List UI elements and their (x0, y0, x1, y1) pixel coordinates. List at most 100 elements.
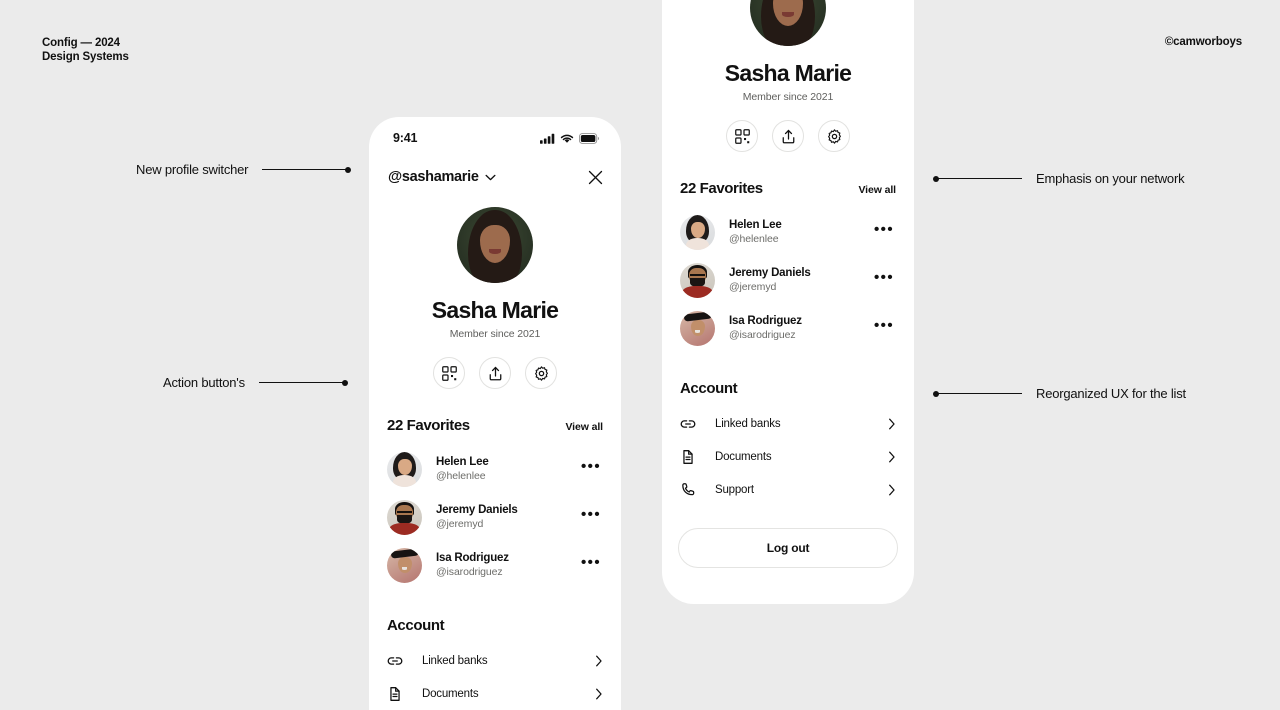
profile-switcher[interactable]: @sashamarie (388, 169, 496, 185)
chevron-right-icon (888, 451, 896, 463)
list-item[interactable]: Jeremy Daniels @jeremyd ••• (387, 493, 603, 541)
phone-icon (680, 482, 698, 498)
profile-block: Sasha Marie Member since 2021 (662, 0, 914, 152)
gear-icon (827, 128, 841, 144)
share-button[interactable] (772, 120, 804, 152)
annotation-leader-line (933, 175, 1022, 182)
annotation-dot (341, 379, 348, 386)
chevron-right-icon (595, 688, 603, 700)
annotation-action-buttons: Action button's (163, 375, 348, 390)
contact-handle: @helenlee (436, 470, 486, 482)
chevron-right-icon (595, 655, 603, 667)
account-item-label: Linked banks (422, 654, 488, 667)
list-item[interactable]: Isa Rodriguez @isarodriguez ••• (680, 304, 896, 352)
close-icon (588, 170, 603, 184)
jeremy-photo (387, 499, 422, 535)
list-item[interactable]: Helen Lee @helenlee ••• (680, 208, 896, 256)
avatar (457, 207, 533, 283)
contact-name: Jeremy Daniels (729, 267, 811, 279)
status-icons (540, 132, 599, 144)
favorites-section: 22 Favorites View all Helen Lee @helenle… (369, 417, 621, 710)
list-item[interactable]: Jeremy Daniels @jeremyd ••• (680, 256, 896, 304)
favorites-list: Helen Lee @helenlee ••• Jeremy Daniels @… (680, 208, 896, 352)
annotation-dot (933, 390, 939, 397)
contact-handle: @jeremyd (436, 518, 484, 530)
app-header: @sashamarie (369, 157, 621, 197)
profile-block: Sasha Marie Member since 2021 (369, 197, 621, 389)
logout-section: Log out (662, 528, 914, 568)
close-button[interactable] (588, 170, 603, 185)
credit-line-2: Design Systems (42, 51, 129, 64)
page-title: Sasha Marie (724, 60, 852, 86)
profile-handle: @sashamarie (388, 169, 479, 185)
list-item[interactable]: Isa Rodriguez @isarodriguez ••• (387, 541, 603, 589)
account-item-label: Linked banks (715, 417, 781, 430)
more-horizontal-icon[interactable]: ••• (866, 318, 896, 336)
account-item-documents[interactable]: Documents (387, 677, 603, 710)
account-item-support[interactable]: Support (680, 473, 896, 506)
account-item-documents[interactable]: Documents (680, 440, 896, 473)
contact-name: Isa Rodriguez (729, 315, 802, 327)
list-item-meta: Isa Rodriguez @isarodriguez (729, 315, 866, 341)
more-horizontal-icon[interactable]: ••• (866, 270, 896, 288)
account-list: Linked banks Documents (680, 407, 896, 506)
account-item-linked-banks[interactable]: Linked banks (680, 407, 896, 440)
action-buttons-row (369, 357, 621, 389)
view-all-link[interactable]: View all (858, 184, 896, 196)
view-all-link[interactable]: View all (565, 421, 603, 433)
avatar (750, 0, 826, 46)
more-horizontal-icon[interactable]: ••• (573, 507, 603, 525)
more-horizontal-icon[interactable]: ••• (573, 459, 603, 477)
contact-name: Helen Lee (729, 219, 782, 231)
list-item[interactable]: Helen Lee @helenlee ••• (387, 445, 603, 493)
link-icon (387, 653, 405, 669)
annotation-dot (345, 166, 352, 173)
contact-handle: @isarodriguez (436, 566, 503, 578)
contact-handle: @helenlee (729, 233, 779, 245)
sasha-marie-photo (750, 0, 826, 46)
cellular-signal-icon (540, 133, 555, 144)
qr-code-button[interactable] (726, 120, 758, 152)
list-item-meta: Isa Rodriguez @isarodriguez (436, 552, 573, 578)
list-item-meta: Helen Lee @helenlee (729, 219, 866, 245)
annotation-network: Emphasis on your network (933, 171, 1185, 186)
phone-mockup: 9:41 @sashamarie Sasha Marie Member sinc… (369, 117, 621, 710)
qr-code-icon (441, 365, 457, 381)
more-horizontal-icon[interactable]: ••• (866, 222, 896, 240)
helen-photo (680, 214, 715, 250)
qr-code-button[interactable] (433, 357, 465, 389)
qr-code-icon (734, 128, 750, 144)
annotation-label: Reorganized UX for the list (1036, 386, 1186, 401)
logout-button[interactable]: Log out (678, 528, 898, 568)
annotation-label: New profile switcher (136, 162, 249, 177)
account-item-linked-banks[interactable]: Linked banks (387, 644, 603, 677)
annotation-leader-line (262, 166, 352, 173)
account-list: Linked banks Documents (387, 644, 603, 710)
annotation-leader-line (933, 390, 1022, 397)
list-item-meta: Jeremy Daniels @jeremyd (729, 267, 866, 293)
annotation-label: Emphasis on your network (1036, 171, 1185, 186)
contact-name: Helen Lee (436, 456, 489, 468)
helen-photo (387, 451, 422, 487)
status-time: 9:41 (393, 131, 418, 145)
account-item-label: Support (715, 483, 754, 496)
contact-handle: @isarodriguez (729, 329, 796, 341)
account-title: Account (680, 380, 738, 397)
settings-button[interactable] (525, 357, 557, 389)
favorites-title: 22 Favorites (387, 417, 470, 434)
page-title: Sasha Marie (431, 297, 559, 323)
list-item-meta: Jeremy Daniels @jeremyd (436, 504, 573, 530)
favorites-header: 22 Favorites View all (387, 417, 603, 434)
isa-photo (387, 547, 422, 583)
more-horizontal-icon[interactable]: ••• (573, 555, 603, 573)
chevron-down-icon (485, 174, 496, 180)
isa-photo (680, 310, 715, 346)
battery-icon (579, 132, 599, 144)
favorites-list: Helen Lee @helenlee ••• Jeremy Daniels @… (387, 445, 603, 589)
settings-button[interactable] (818, 120, 850, 152)
account-item-label: Documents (715, 450, 772, 463)
detail-card-mockup: Sasha Marie Member since 2021 22 Favorit… (662, 0, 914, 604)
account-title: Account (387, 617, 445, 634)
share-button[interactable] (479, 357, 511, 389)
share-icon (489, 366, 501, 380)
